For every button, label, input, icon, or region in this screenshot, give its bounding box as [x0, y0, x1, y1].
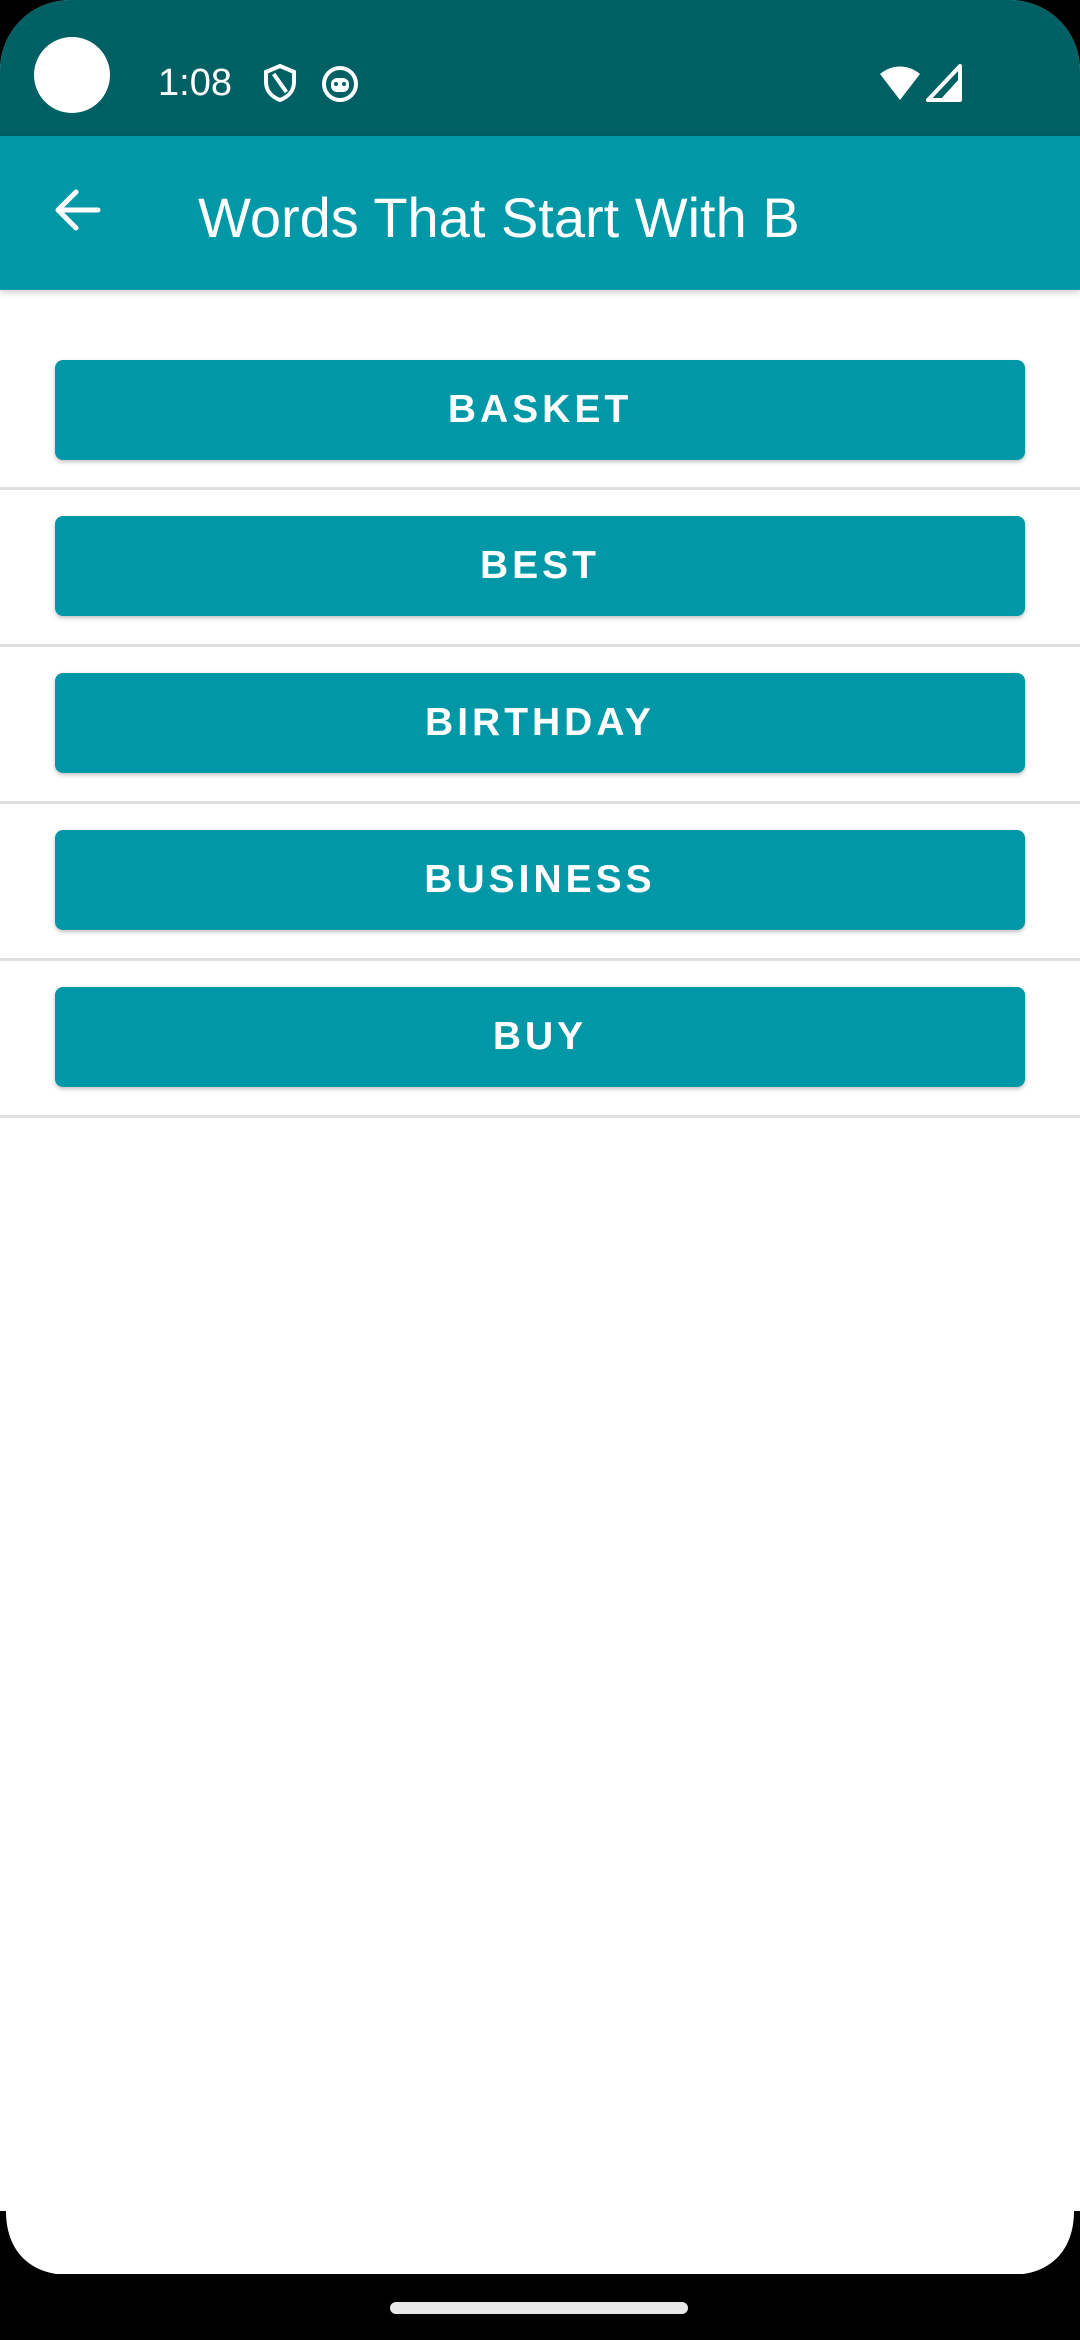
page-title: Words That Start With B	[198, 186, 800, 249]
arrow-back-icon	[52, 184, 104, 241]
list-item: BASKET	[0, 290, 1080, 490]
home-indicator[interactable]	[390, 2302, 688, 2314]
word-button-birthday[interactable]: BIRTHDAY	[55, 673, 1025, 773]
status-time: 1:08	[158, 62, 232, 104]
word-list: BASKET BEST BIRTHDAY BUSINESS BUY	[0, 290, 1080, 1118]
list-item: BEST	[0, 490, 1080, 647]
android-icon	[322, 64, 358, 102]
back-button[interactable]	[38, 172, 118, 252]
list-item: BIRTHDAY	[0, 647, 1080, 804]
screen-corner-right	[1010, 2211, 1080, 2275]
word-button-basket[interactable]: BASKET	[55, 360, 1025, 460]
wifi-icon	[878, 64, 922, 102]
word-button-best[interactable]: BEST	[55, 516, 1025, 616]
navigation-bar	[0, 2274, 1080, 2340]
screen-corner-left	[0, 2211, 70, 2275]
camera-cutout	[34, 37, 110, 113]
list-item: BUY	[0, 961, 1080, 1118]
list-item: BUSINESS	[0, 804, 1080, 961]
word-button-business[interactable]: BUSINESS	[55, 830, 1025, 930]
word-button-buy[interactable]: BUY	[55, 987, 1025, 1087]
signal-icon	[926, 64, 964, 102]
app-screen: 1:08 Words That Start With B BASKET BEST…	[0, 0, 1080, 2340]
app-bar: Words That Start With B	[0, 136, 1080, 290]
shield-icon	[262, 64, 298, 102]
status-bar: 1:08	[0, 0, 1080, 136]
